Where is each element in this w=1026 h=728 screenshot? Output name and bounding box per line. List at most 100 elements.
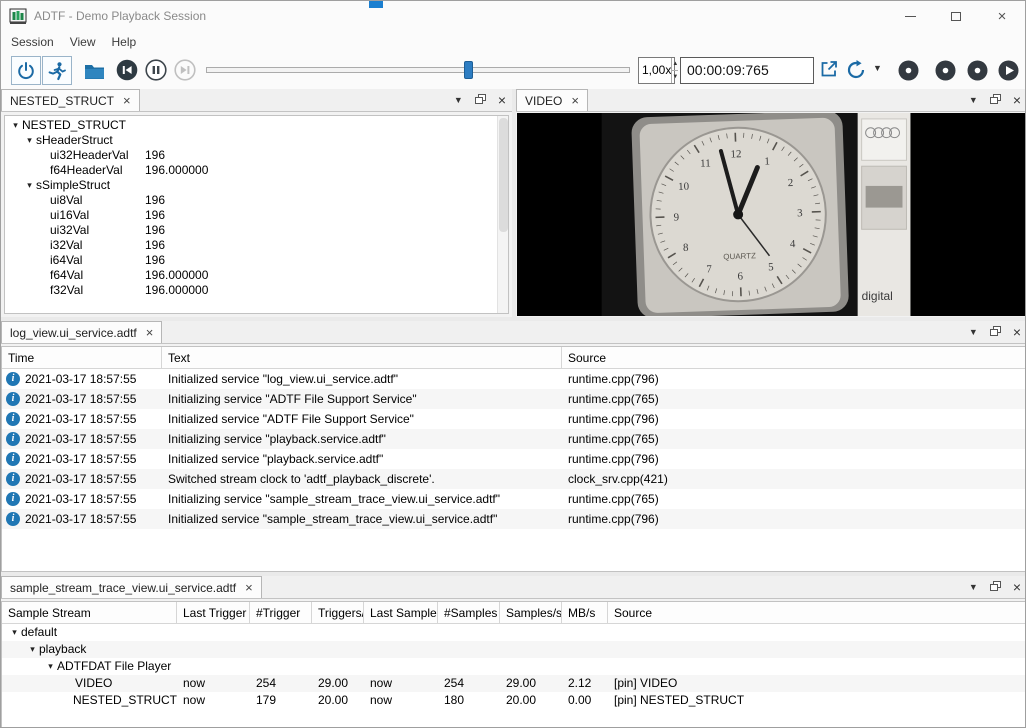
marker-button-4[interactable]	[998, 60, 1019, 84]
timeline-slider-handle[interactable]	[464, 61, 473, 79]
column-header[interactable]: Source	[608, 602, 1026, 623]
tree-node-value: 196.000000	[145, 268, 208, 283]
tree-row[interactable]: f64HeaderVal196.000000	[5, 163, 508, 178]
pause-button[interactable]	[145, 59, 167, 84]
trace-row[interactable]: ▾ADTFDAT File Player	[2, 658, 1026, 675]
log-row[interactable]: i2021-03-17 18:57:55Initializing service…	[2, 389, 1026, 409]
power-button[interactable]	[11, 56, 41, 85]
expand-arrow-icon[interactable]: ▾	[44, 658, 57, 675]
marker-button-3[interactable]	[967, 60, 988, 84]
maximize-button[interactable]	[933, 1, 979, 31]
column-header[interactable]: #Trigger	[250, 602, 312, 623]
marker-button-1[interactable]	[898, 60, 919, 84]
column-header[interactable]: Sample Stream	[2, 602, 177, 623]
trace-cell	[177, 624, 250, 641]
tree-row[interactable]: i32Val196	[5, 238, 508, 253]
column-header[interactable]: Last Sample	[364, 602, 438, 623]
svg-text:12: 12	[730, 148, 741, 160]
expand-arrow-icon[interactable]: ▾	[23, 178, 36, 193]
column-header[interactable]: #Samples	[438, 602, 500, 623]
float-panel-icon[interactable]	[990, 580, 1001, 594]
tab-close-icon[interactable]: ×	[123, 95, 131, 107]
expand-arrow-icon[interactable]: ▾	[23, 133, 36, 148]
log-time-cell: i2021-03-17 18:57:55	[2, 429, 162, 449]
tree-row[interactable]: ui32Val196	[5, 223, 508, 238]
tab-close-icon[interactable]: ×	[245, 582, 253, 594]
log-source-cell: runtime.cpp(796)	[562, 449, 1026, 469]
open-file-button[interactable]	[81, 59, 107, 83]
close-button[interactable]: ×	[979, 1, 1025, 31]
column-header[interactable]: Last Trigger	[177, 602, 250, 623]
run-button[interactable]	[42, 56, 72, 85]
trace-cell	[312, 641, 364, 658]
tab-close-icon[interactable]: ×	[146, 327, 154, 339]
column-header[interactable]: Triggers/s	[312, 602, 364, 623]
panel-menu-arrow-icon[interactable]: ▼	[454, 95, 463, 105]
tree-node-label: f64Val	[50, 268, 83, 282]
log-row[interactable]: i2021-03-17 18:57:55Initializing service…	[2, 429, 1026, 449]
log-row[interactable]: i2021-03-17 18:57:55Initialized service …	[2, 409, 1026, 429]
float-panel-icon[interactable]	[475, 93, 486, 107]
close-panel-icon[interactable]: ×	[1013, 579, 1021, 595]
timeline-slider[interactable]	[206, 67, 630, 73]
speed-spin-buttons[interactable]: ▲▼	[671, 58, 678, 83]
folder-icon	[84, 63, 105, 80]
panel-menu-arrow-icon[interactable]: ▼	[969, 327, 978, 337]
skip-backward-button[interactable]	[116, 59, 138, 84]
svg-text:8: 8	[683, 242, 689, 254]
tree-row[interactable]: ui8Val196	[5, 193, 508, 208]
expand-arrow-icon[interactable]: ▾	[26, 641, 39, 658]
tab-sample-stream-trace[interactable]: sample_stream_trace_view.ui_service.adtf…	[1, 576, 262, 598]
log-row[interactable]: i2021-03-17 18:57:55Switched stream cloc…	[2, 469, 1026, 489]
marker-button-2[interactable]	[935, 60, 956, 84]
detach-button[interactable]	[819, 59, 839, 82]
tree-row[interactable]: ▾sHeaderStruct	[5, 133, 508, 148]
column-header[interactable]: MB/s	[562, 602, 608, 623]
tree-row[interactable]: i64Val196	[5, 253, 508, 268]
expand-arrow-icon[interactable]: ▾	[8, 624, 21, 641]
tree-row[interactable]: ui32HeaderVal196	[5, 148, 508, 163]
log-row[interactable]: i2021-03-17 18:57:55Initialized service …	[2, 509, 1026, 529]
float-panel-icon[interactable]	[990, 93, 1001, 107]
column-header[interactable]: Text	[162, 347, 562, 368]
column-header[interactable]: Time	[2, 347, 162, 368]
tree-row[interactable]: ▾NESTED_STRUCT	[5, 118, 508, 133]
loop-dropdown-arrow-icon[interactable]: ▼	[873, 63, 882, 73]
log-source-cell: runtime.cpp(765)	[562, 389, 1026, 409]
loop-button[interactable]	[845, 59, 868, 84]
tree-row[interactable]: ui16Val196	[5, 208, 508, 223]
tab-close-icon[interactable]: ×	[571, 95, 579, 107]
panel-menu-arrow-icon[interactable]: ▼	[969, 582, 978, 592]
minimize-button[interactable]	[887, 1, 933, 31]
tree-row[interactable]: f64Val 196.000000	[5, 268, 508, 283]
trace-node-label: playback	[39, 641, 86, 658]
log-row[interactable]: i2021-03-17 18:57:55Initialized service …	[2, 449, 1026, 469]
menu-help[interactable]: Help	[104, 32, 145, 52]
spin-up-icon[interactable]: ▲	[672, 58, 678, 71]
close-panel-icon[interactable]: ×	[498, 92, 506, 108]
tab-log-view[interactable]: log_view.ui_service.adtf ×	[1, 321, 162, 343]
log-row[interactable]: i2021-03-17 18:57:55Initialized service …	[2, 369, 1026, 389]
tree-row[interactable]: f32Val196.000000	[5, 283, 508, 298]
info-icon: i	[6, 372, 20, 386]
menu-view[interactable]: View	[62, 32, 104, 52]
skip-forward-button[interactable]	[174, 59, 196, 84]
spin-down-icon[interactable]: ▼	[672, 71, 678, 83]
trace-row[interactable]: ▾default	[2, 624, 1026, 641]
menu-session[interactable]: Session	[3, 32, 62, 52]
expand-arrow-icon[interactable]: ▾	[9, 118, 22, 133]
column-header[interactable]: Source	[562, 347, 1026, 368]
trace-row[interactable]: VIDEOnow25429.00now25429.002.12[pin] VID…	[2, 675, 1026, 692]
tab-nested-struct[interactable]: NESTED_STRUCT ×	[1, 89, 140, 111]
log-row[interactable]: i2021-03-17 18:57:55Initializing service…	[2, 489, 1026, 509]
speed-spinbox[interactable]: 1,00x ▲▼	[638, 57, 675, 84]
close-panel-icon[interactable]: ×	[1013, 92, 1021, 108]
float-panel-icon[interactable]	[990, 325, 1001, 339]
trace-row[interactable]: NESTED_STRUCTnow17920.00now18020.000.00[…	[2, 692, 1026, 709]
column-header[interactable]: Samples/s	[500, 602, 562, 623]
tree-row[interactable]: ▾sSimpleStruct	[5, 178, 508, 193]
trace-row[interactable]: ▾playback	[2, 641, 1026, 658]
close-panel-icon[interactable]: ×	[1013, 324, 1021, 340]
tab-video[interactable]: VIDEO ×	[516, 89, 588, 111]
panel-menu-arrow-icon[interactable]: ▼	[969, 95, 978, 105]
